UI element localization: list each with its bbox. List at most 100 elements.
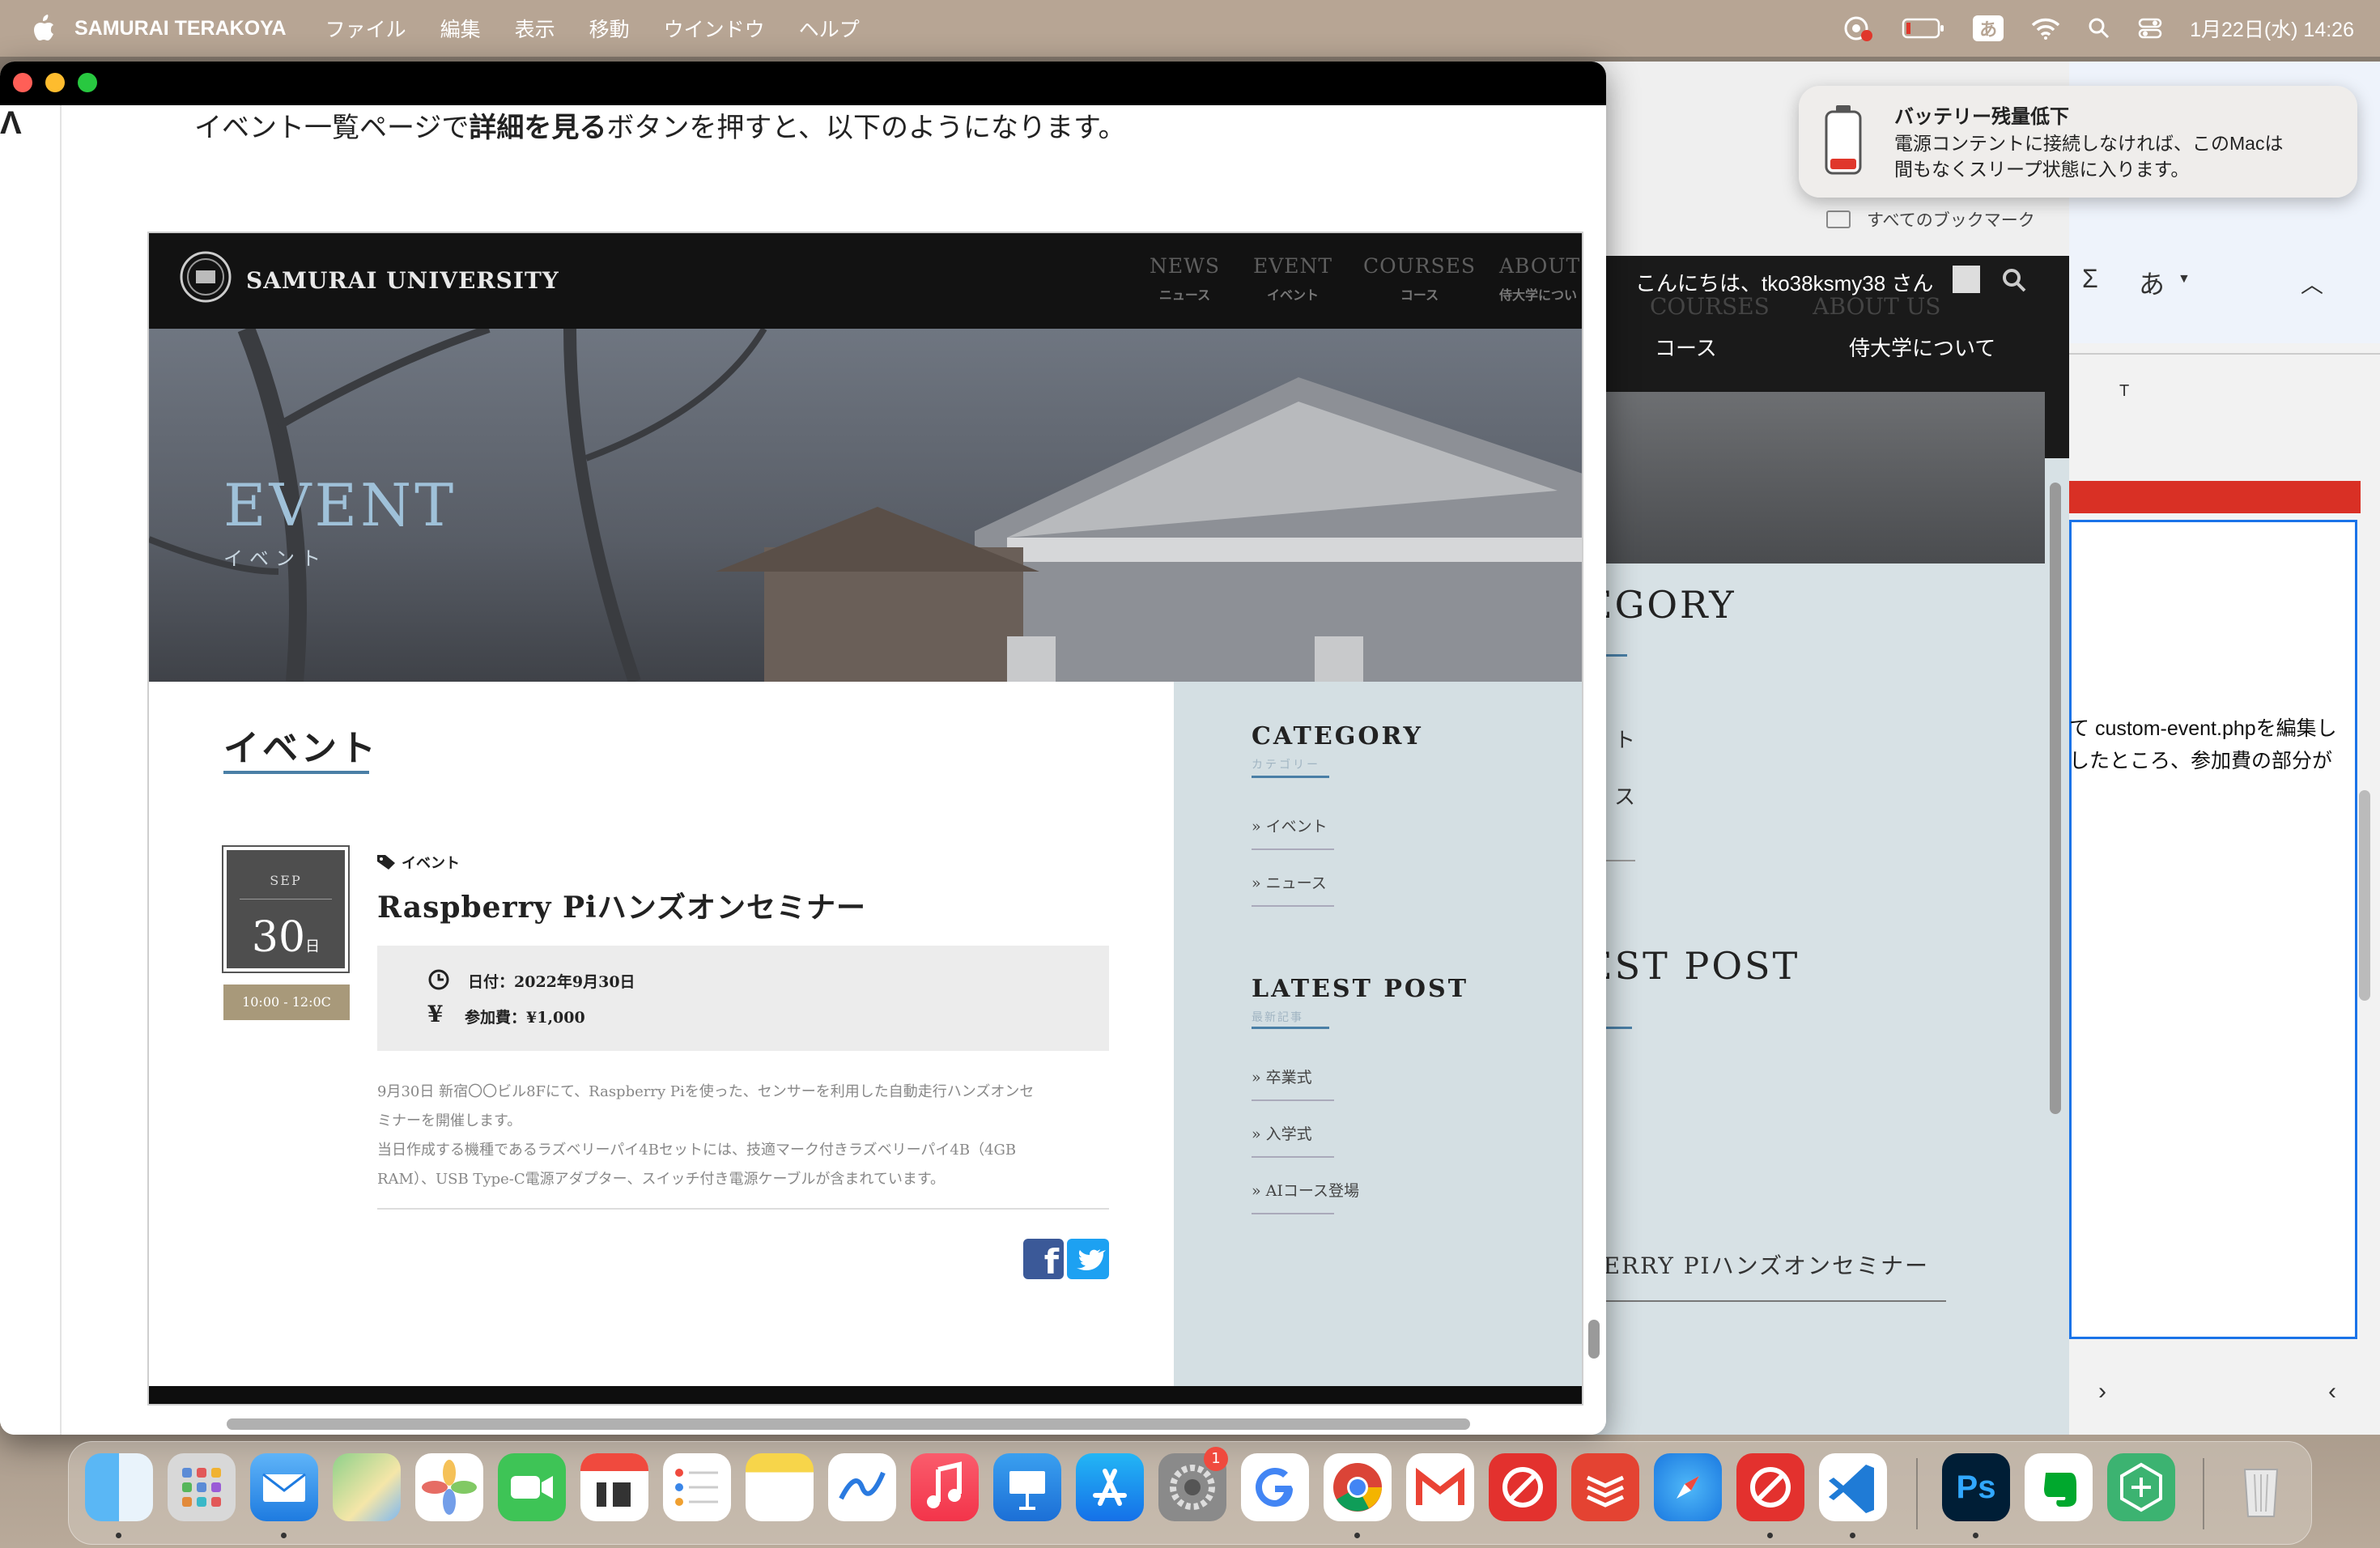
nav-about[interactable]: 侍大学について bbox=[1849, 332, 1995, 362]
intro-text-pre: イベント一覧ページで bbox=[194, 113, 470, 143]
ime-dropdown[interactable]: あ bbox=[2139, 264, 2165, 301]
samurai-app-icon[interactable] bbox=[1489, 1453, 1557, 1521]
latest-subtitle: 最新記事 bbox=[1252, 1011, 1303, 1024]
control-center-icon[interactable] bbox=[2138, 17, 2162, 40]
latest-post-ai-course[interactable]: » AIコース登場 bbox=[1252, 1179, 1359, 1201]
menu-edit[interactable]: 編集 bbox=[440, 14, 481, 43]
cell-text-line-1: て custom-event.phpを編集し bbox=[2069, 717, 2337, 740]
chevron-left-icon[interactable]: ‹ bbox=[2328, 1378, 2336, 1406]
menu-go[interactable]: 移動 bbox=[589, 14, 630, 43]
user-avatar[interactable] bbox=[1953, 266, 1980, 293]
event-info-box: 日付：2022年9月30日 ¥ 参加費：¥1,000 bbox=[377, 946, 1109, 1051]
running-indicator bbox=[1973, 1533, 1978, 1538]
side-nav-strip: Λ bbox=[0, 105, 62, 1435]
notification-badge: 1 bbox=[1204, 1447, 1228, 1471]
chevron-down-icon[interactable]: ▼ bbox=[2178, 272, 2191, 287]
app-store-icon[interactable] bbox=[1076, 1453, 1144, 1521]
wifi-icon[interactable] bbox=[2031, 17, 2060, 40]
background-document-window[interactable]: Σ あ ▼ ︿ T て custom-event.phpを編集し したところ、参… bbox=[2069, 62, 2380, 1435]
app-name[interactable]: SAMURAI TERAKOYA bbox=[74, 17, 287, 40]
search-icon[interactable] bbox=[2001, 267, 2027, 293]
system-settings-icon[interactable]: 1 bbox=[1158, 1447, 1228, 1521]
notes-icon[interactable] bbox=[746, 1453, 814, 1521]
reminders-icon[interactable] bbox=[663, 1453, 731, 1521]
facebook-share-icon[interactable]: f bbox=[1023, 1239, 1064, 1279]
embedded-site-screenshot: SAMURAI UNIVERSITY NEWS ニュース EVENT イベント CO… bbox=[147, 232, 1583, 1406]
horizontal-scrollbar[interactable] bbox=[227, 1418, 1470, 1430]
category-heading-fragment: EGORY bbox=[1587, 583, 1736, 627]
nav-courses[interactable]: コース bbox=[1655, 332, 1717, 362]
latest-post-link[interactable]: BERRY PIハンズオンセミナー bbox=[1587, 1248, 1929, 1281]
category-item-1[interactable]: ト bbox=[1614, 724, 1635, 754]
close-button[interactable] bbox=[13, 73, 32, 92]
screen-share-icon[interactable] bbox=[1842, 15, 1874, 42]
maps-icon[interactable] bbox=[333, 1453, 401, 1521]
dock-separator bbox=[2203, 1458, 2204, 1529]
keynote-icon[interactable] bbox=[993, 1453, 1061, 1521]
photoshop-icon[interactable]: Ps bbox=[1942, 1453, 2010, 1521]
category-link-news[interactable]: » ニュース bbox=[1252, 871, 1327, 893]
zoom-button[interactable] bbox=[78, 73, 97, 92]
minimize-button[interactable] bbox=[45, 73, 65, 92]
evernote-icon[interactable] bbox=[2025, 1453, 2093, 1521]
todoist-icon[interactable] bbox=[1571, 1453, 1639, 1521]
vertical-scrollbar[interactable] bbox=[2050, 483, 2061, 1114]
spotlight-search-icon[interactable] bbox=[2088, 17, 2110, 40]
nav-event-jp: イベント bbox=[1267, 287, 1320, 303]
chevron-up-icon[interactable]: ︿ bbox=[2301, 267, 2323, 300]
chevron-right-icon[interactable]: › bbox=[2098, 1378, 2106, 1406]
battery-icon[interactable] bbox=[1902, 17, 1945, 40]
music-icon[interactable] bbox=[911, 1453, 979, 1521]
facetime-icon[interactable] bbox=[498, 1453, 566, 1521]
input-method-indicator[interactable]: あ bbox=[1973, 15, 2004, 41]
bookmarks-label[interactable]: すべてのブックマーク bbox=[1867, 207, 2035, 232]
nav-courses[interactable]: COURSES コース bbox=[1363, 254, 1476, 304]
site-brand[interactable]: SAMURAI UNIVERSITY bbox=[246, 267, 559, 294]
category-divider-1 bbox=[1252, 848, 1334, 850]
selected-cell[interactable] bbox=[2069, 520, 2357, 1339]
nav-news[interactable]: NEWS ニュース bbox=[1150, 254, 1220, 304]
utility-app-icon[interactable] bbox=[2107, 1453, 2175, 1521]
nav-event[interactable]: EVENT イベント bbox=[1253, 254, 1332, 304]
latest-post-entrance[interactable]: » 入学式 bbox=[1252, 1122, 1312, 1144]
google-icon[interactable] bbox=[1241, 1453, 1309, 1521]
samurai-app-2-icon[interactable] bbox=[1736, 1453, 1804, 1521]
freeform-icon[interactable] bbox=[828, 1453, 896, 1521]
sigma-button[interactable]: Σ bbox=[2082, 264, 2098, 294]
twitter-share-icon[interactable] bbox=[1067, 1239, 1109, 1279]
collapse-caret-icon[interactable]: Λ bbox=[0, 105, 22, 142]
menu-file[interactable]: ファイル bbox=[325, 14, 406, 43]
vertical-scrollbar[interactable] bbox=[2359, 790, 2370, 1001]
event-tag[interactable]: イベント bbox=[402, 852, 460, 873]
nav-about[interactable]: ABOUT U 侍大学につい bbox=[1499, 254, 1582, 304]
chrome-icon[interactable] bbox=[1324, 1453, 1392, 1521]
menu-view[interactable]: 表示 bbox=[515, 14, 555, 43]
photos-icon[interactable] bbox=[415, 1453, 483, 1521]
latest-divider-1 bbox=[1252, 1099, 1334, 1101]
menu-help[interactable]: ヘルプ bbox=[799, 14, 860, 43]
red-row bbox=[2069, 481, 2361, 513]
menubar-clock[interactable]: 1月22日(水) 14:26 bbox=[2190, 14, 2354, 43]
dock: 1 Ps bbox=[68, 1441, 2312, 1545]
main-window[interactable]: Λ イベント一覧ページで詳細を見るボタンを押すと、以下のようになります。 SAM… bbox=[0, 62, 1606, 1435]
event-time-badge: 10:00 - 12:0C bbox=[223, 985, 350, 1020]
battery-notification[interactable]: バッテリー残量低下 電源コンテントに接続しなければ、このMacは 間もなくスリー… bbox=[1799, 86, 2357, 198]
launchpad-icon[interactable] bbox=[168, 1453, 236, 1521]
event-fee-label: 参加費：¥1,000 bbox=[465, 1009, 585, 1027]
category-link-event[interactable]: » イベント bbox=[1252, 814, 1328, 836]
event-title[interactable]: Raspberry Piハンズオンセミナー bbox=[377, 884, 866, 926]
gmail-icon[interactable] bbox=[1406, 1453, 1474, 1521]
background-browser-window[interactable]: すべてのブックマーク こんにちは、tko38ksmy38 さん COURSES … bbox=[1587, 62, 2069, 1435]
trash-icon[interactable] bbox=[2227, 1453, 2295, 1521]
vertical-scrollbar[interactable] bbox=[1588, 1320, 1600, 1359]
vscode-icon[interactable] bbox=[1819, 1453, 1887, 1521]
calendar-icon[interactable] bbox=[580, 1453, 648, 1521]
safari-icon[interactable] bbox=[1654, 1453, 1722, 1521]
latest-post-graduation[interactable]: » 卒業式 bbox=[1252, 1065, 1312, 1087]
category-item-2[interactable]: ス bbox=[1614, 780, 1635, 810]
mail-icon[interactable] bbox=[250, 1453, 318, 1521]
finder-icon[interactable] bbox=[85, 1453, 153, 1521]
apple-menu-icon[interactable] bbox=[32, 15, 55, 42]
university-logo-icon bbox=[180, 251, 232, 303]
menu-window[interactable]: ウインドウ bbox=[664, 14, 765, 43]
